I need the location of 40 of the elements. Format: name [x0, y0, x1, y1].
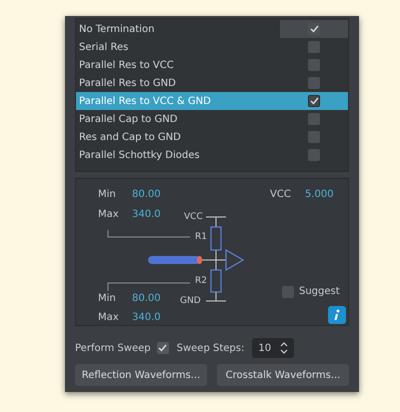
termination-row[interactable]: Parallel Cap to GND	[76, 110, 348, 128]
r1-label: R1	[195, 233, 207, 242]
suggest-checkbox[interactable]	[282, 286, 294, 298]
sweep-steps-spinner[interactable]: 10	[252, 338, 294, 358]
checkbox[interactable]	[308, 77, 320, 89]
min-value: 80.00	[132, 294, 161, 304]
min-value: 80.00	[132, 190, 161, 200]
checkbox[interactable]	[308, 95, 320, 107]
sweep-label: Perform Sweep	[75, 342, 151, 356]
vcc-node-label: VCC	[184, 213, 203, 222]
checkbox[interactable]	[308, 149, 320, 161]
termination-row[interactable]: Parallel Schottky Diodes	[76, 146, 348, 164]
sweep-steps-label: Sweep Steps:	[176, 342, 244, 356]
checkbox[interactable]	[308, 41, 320, 53]
checkbox[interactable]	[308, 113, 320, 125]
termination-row[interactable]: Serial Res	[76, 38, 348, 56]
info-button[interactable]	[328, 306, 346, 324]
termination-row[interactable]: Parallel Res to GND	[76, 74, 348, 92]
waveforms-button[interactable]: Reflection Waveforms...	[75, 364, 207, 386]
vcc-label: VCC	[270, 190, 291, 200]
checkbox[interactable]	[308, 23, 320, 35]
sweep-checkbox[interactable]	[156, 342, 169, 354]
info-icon	[332, 309, 342, 321]
spin-arrows-icon[interactable]	[280, 342, 288, 354]
termination-row[interactable]: Parallel Res to VCC	[76, 56, 348, 74]
r2-label: R2	[195, 277, 207, 286]
termination-row[interactable]: Res and Cap to GND	[76, 128, 348, 146]
termination-row[interactable]: No Termination	[76, 20, 348, 38]
vcc-value: 5.000	[305, 190, 334, 200]
max-label: Max	[98, 313, 119, 323]
checkbox[interactable]	[308, 131, 320, 143]
waveforms-button[interactable]: Crosstalk Waveforms...	[217, 364, 349, 386]
suggest-label: Suggest	[299, 287, 340, 297]
checkbox[interactable]	[308, 59, 320, 71]
max-label: Max	[98, 210, 119, 220]
min-label: Min	[98, 190, 116, 200]
gnd-node-label: GND	[180, 297, 201, 306]
max-value: 340.0	[132, 210, 161, 220]
min-label: Min	[98, 294, 116, 304]
max-value: 340.0	[132, 313, 161, 323]
